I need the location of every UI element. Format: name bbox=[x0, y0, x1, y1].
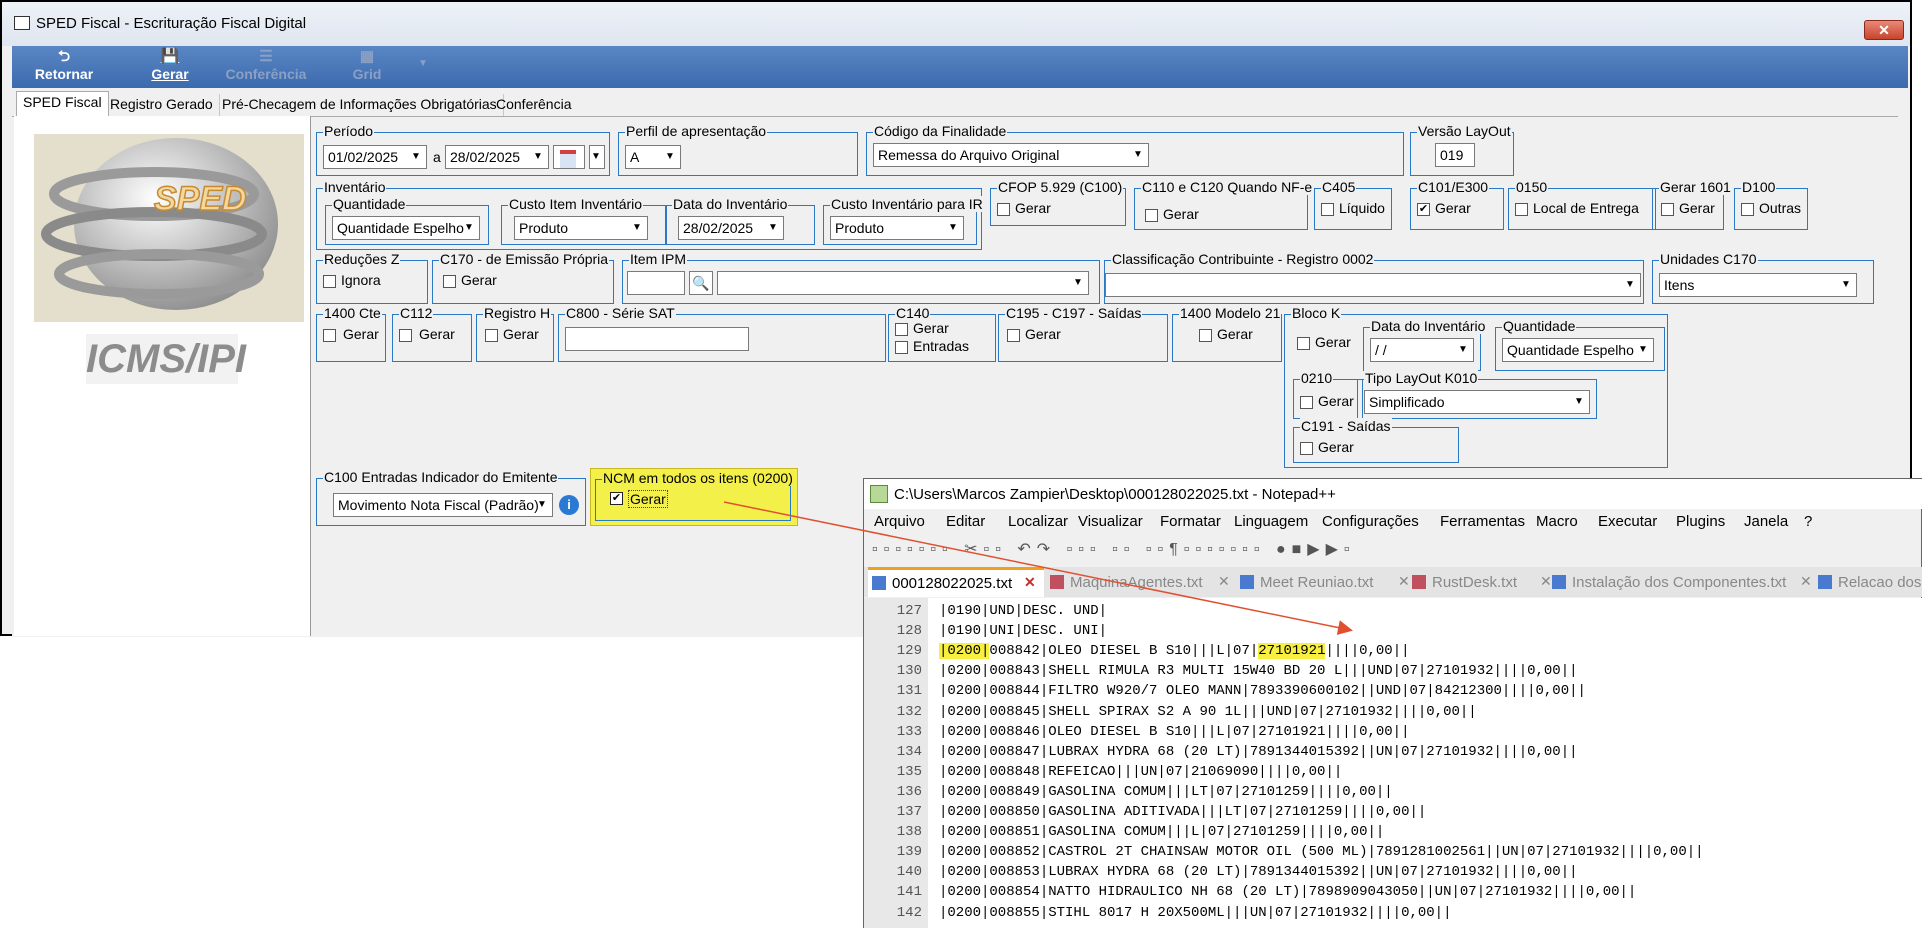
annotation-arrow bbox=[723, 501, 1353, 635]
